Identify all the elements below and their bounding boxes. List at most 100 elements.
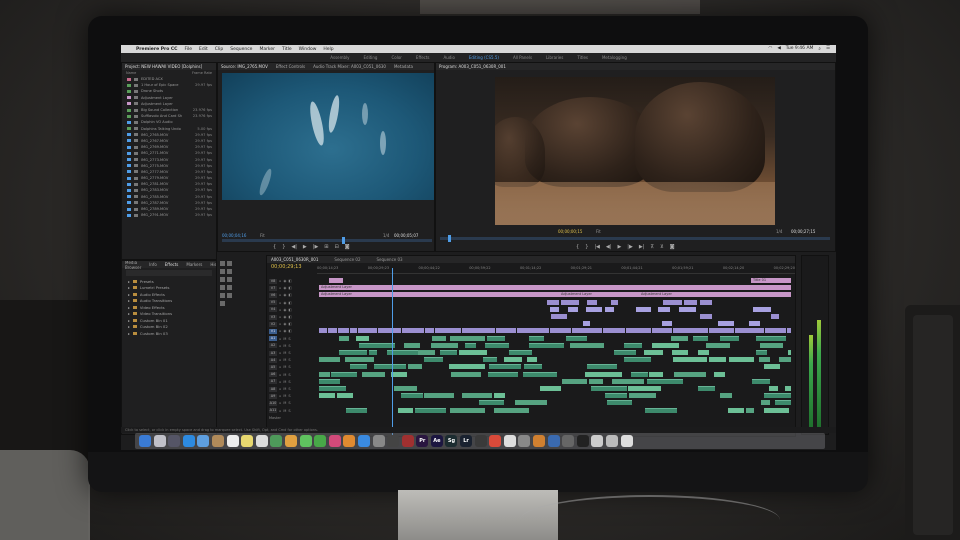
photo-booth-icon[interactable] bbox=[401, 435, 414, 447]
timeline-clip[interactable] bbox=[629, 393, 657, 399]
effects-search-input[interactable] bbox=[126, 270, 212, 276]
disclosure-icon[interactable]: ▸ bbox=[128, 292, 130, 297]
project-item[interactable]: IMG_2791.MOV 29.97 fps bbox=[122, 212, 216, 218]
program-scrubber[interactable] bbox=[440, 235, 830, 242]
mute-icon[interactable]: M bbox=[283, 337, 286, 341]
calendar-icon[interactable] bbox=[226, 435, 239, 447]
timeline-clip[interactable] bbox=[678, 306, 697, 312]
timeline-clip[interactable] bbox=[717, 321, 735, 327]
eye-icon[interactable]: ◉ bbox=[283, 308, 286, 312]
effects-tab[interactable]: Info bbox=[149, 262, 157, 267]
timeline-clip[interactable] bbox=[408, 364, 422, 370]
disclosure-icon[interactable]: ▸ bbox=[128, 324, 130, 329]
track-target-toggle[interactable]: V8 bbox=[269, 278, 277, 284]
source-tab[interactable]: Effect Controls bbox=[276, 64, 305, 69]
timeline-ruler[interactable]: 00;00;14;23 00;00;29;23 00;00;44;22 00;00;5… bbox=[317, 266, 795, 274]
timeline-clip[interactable] bbox=[756, 335, 787, 341]
timeline-clip[interactable] bbox=[645, 407, 678, 413]
lock-icon[interactable]: ▫ bbox=[279, 329, 281, 333]
source-scrubber[interactable] bbox=[222, 237, 432, 244]
timeline-clip[interactable] bbox=[319, 378, 340, 384]
mute-icon[interactable]: M bbox=[283, 387, 286, 391]
lightroom-icon[interactable]: Lr bbox=[460, 435, 473, 447]
lock-icon[interactable]: ▫ bbox=[279, 394, 281, 398]
lift-icon[interactable]: ⊼ bbox=[650, 244, 654, 250]
effects-item[interactable]: ▸ Custom Bin 03 bbox=[122, 330, 216, 337]
track-target-toggle[interactable]: V1 bbox=[269, 328, 277, 334]
workspace-tab[interactable]: Color bbox=[391, 55, 401, 60]
timeline-clip[interactable] bbox=[764, 328, 786, 334]
timeline-clip[interactable] bbox=[671, 335, 688, 341]
sequence-tab[interactable]: Sequence 02 bbox=[334, 257, 360, 262]
eye-icon[interactable]: ◉ bbox=[283, 329, 286, 333]
sublime-icon[interactable] bbox=[533, 435, 546, 447]
timeline-clip[interactable] bbox=[423, 357, 444, 363]
timeline-clip[interactable] bbox=[359, 342, 396, 348]
go-to-in-icon[interactable]: |◀ bbox=[594, 244, 600, 250]
timeline-clip[interactable] bbox=[461, 328, 496, 334]
timeline-clip[interactable] bbox=[560, 299, 580, 305]
timeline-clip[interactable] bbox=[720, 393, 732, 399]
timeline-clip[interactable] bbox=[759, 357, 771, 363]
timeline-clip[interactable] bbox=[568, 306, 578, 312]
lock-icon[interactable]: ▫ bbox=[279, 373, 281, 377]
spotlight-icon[interactable]: ⌕ bbox=[818, 46, 821, 52]
program-zoom[interactable]: Fit bbox=[596, 229, 601, 234]
rate-stretch-tool-icon[interactable] bbox=[220, 277, 225, 282]
lock-icon[interactable]: ▫ bbox=[279, 286, 281, 290]
timeline-clip[interactable] bbox=[647, 378, 684, 384]
solo-icon[interactable]: S bbox=[288, 337, 290, 341]
mute-icon[interactable]: M bbox=[283, 351, 286, 355]
program-playhead[interactable] bbox=[448, 235, 451, 242]
timeline-clip[interactable] bbox=[586, 364, 618, 370]
workspace-tab[interactable]: Editing bbox=[364, 55, 378, 60]
lock-icon[interactable]: ▫ bbox=[279, 358, 281, 362]
project-title[interactable]: Project: NEW HAWAII VIDEO [Dolphins] bbox=[125, 64, 202, 69]
mute-icon[interactable]: M bbox=[283, 344, 286, 348]
notes-icon[interactable] bbox=[241, 435, 254, 447]
timeline-clip[interactable] bbox=[626, 328, 652, 334]
sync-icon[interactable]: ◧ bbox=[288, 315, 291, 319]
premiere-pro-icon[interactable]: Pr bbox=[416, 435, 429, 447]
mute-icon[interactable]: M bbox=[283, 380, 286, 384]
notification-icon[interactable]: ☰ bbox=[826, 46, 830, 52]
lock-icon[interactable]: ▫ bbox=[279, 401, 281, 405]
disclosure-icon[interactable]: ▸ bbox=[128, 298, 130, 303]
adjustment-clip[interactable]: Adjustment Layer bbox=[319, 292, 791, 298]
timeline-clip[interactable] bbox=[709, 357, 726, 363]
timeline-clip[interactable] bbox=[528, 335, 545, 341]
timeline-clip[interactable] bbox=[652, 342, 679, 348]
timeline-clip[interactable] bbox=[693, 335, 709, 341]
timeline-clip[interactable] bbox=[374, 364, 406, 370]
timeline-clip[interactable] bbox=[728, 357, 754, 363]
documents-icon[interactable] bbox=[606, 435, 618, 447]
timeline-clip[interactable] bbox=[401, 328, 424, 334]
timeline-clip[interactable] bbox=[569, 342, 604, 348]
downloads-icon[interactable] bbox=[591, 435, 604, 447]
lock-icon[interactable]: ▫ bbox=[279, 293, 281, 297]
timeline-clip[interactable] bbox=[346, 407, 368, 413]
track-target-toggle[interactable]: V4 bbox=[269, 307, 277, 313]
timeline-clip[interactable] bbox=[661, 321, 673, 327]
track-target-toggle[interactable]: A7 bbox=[269, 379, 277, 385]
timeline-clip[interactable] bbox=[337, 328, 350, 334]
timeline-clip[interactable] bbox=[479, 400, 505, 406]
timeline-clip[interactable] bbox=[636, 306, 652, 312]
play-icon[interactable]: ▶ bbox=[617, 244, 621, 250]
step-back-icon[interactable]: ◀| bbox=[291, 244, 297, 250]
timeline-clip[interactable] bbox=[522, 371, 558, 377]
timeline-clip[interactable] bbox=[612, 378, 644, 384]
slip-tool-icon[interactable] bbox=[220, 285, 225, 290]
timeline-clip[interactable] bbox=[345, 357, 375, 363]
solo-icon[interactable]: S bbox=[288, 387, 290, 391]
timeline-clip[interactable] bbox=[644, 350, 663, 355]
timeline-clip[interactable] bbox=[349, 364, 368, 370]
timeline-clip[interactable] bbox=[591, 386, 628, 391]
timeline-clip[interactable] bbox=[657, 306, 670, 312]
sequence-tab[interactable]: A003_C051_0630R_001 bbox=[271, 257, 318, 262]
timeline-clip[interactable] bbox=[627, 386, 661, 391]
menu-item[interactable]: Sequence bbox=[230, 47, 252, 52]
preview-icon[interactable] bbox=[372, 435, 385, 447]
menu-item[interactable]: Window bbox=[299, 47, 317, 52]
trash-icon[interactable] bbox=[620, 435, 633, 447]
